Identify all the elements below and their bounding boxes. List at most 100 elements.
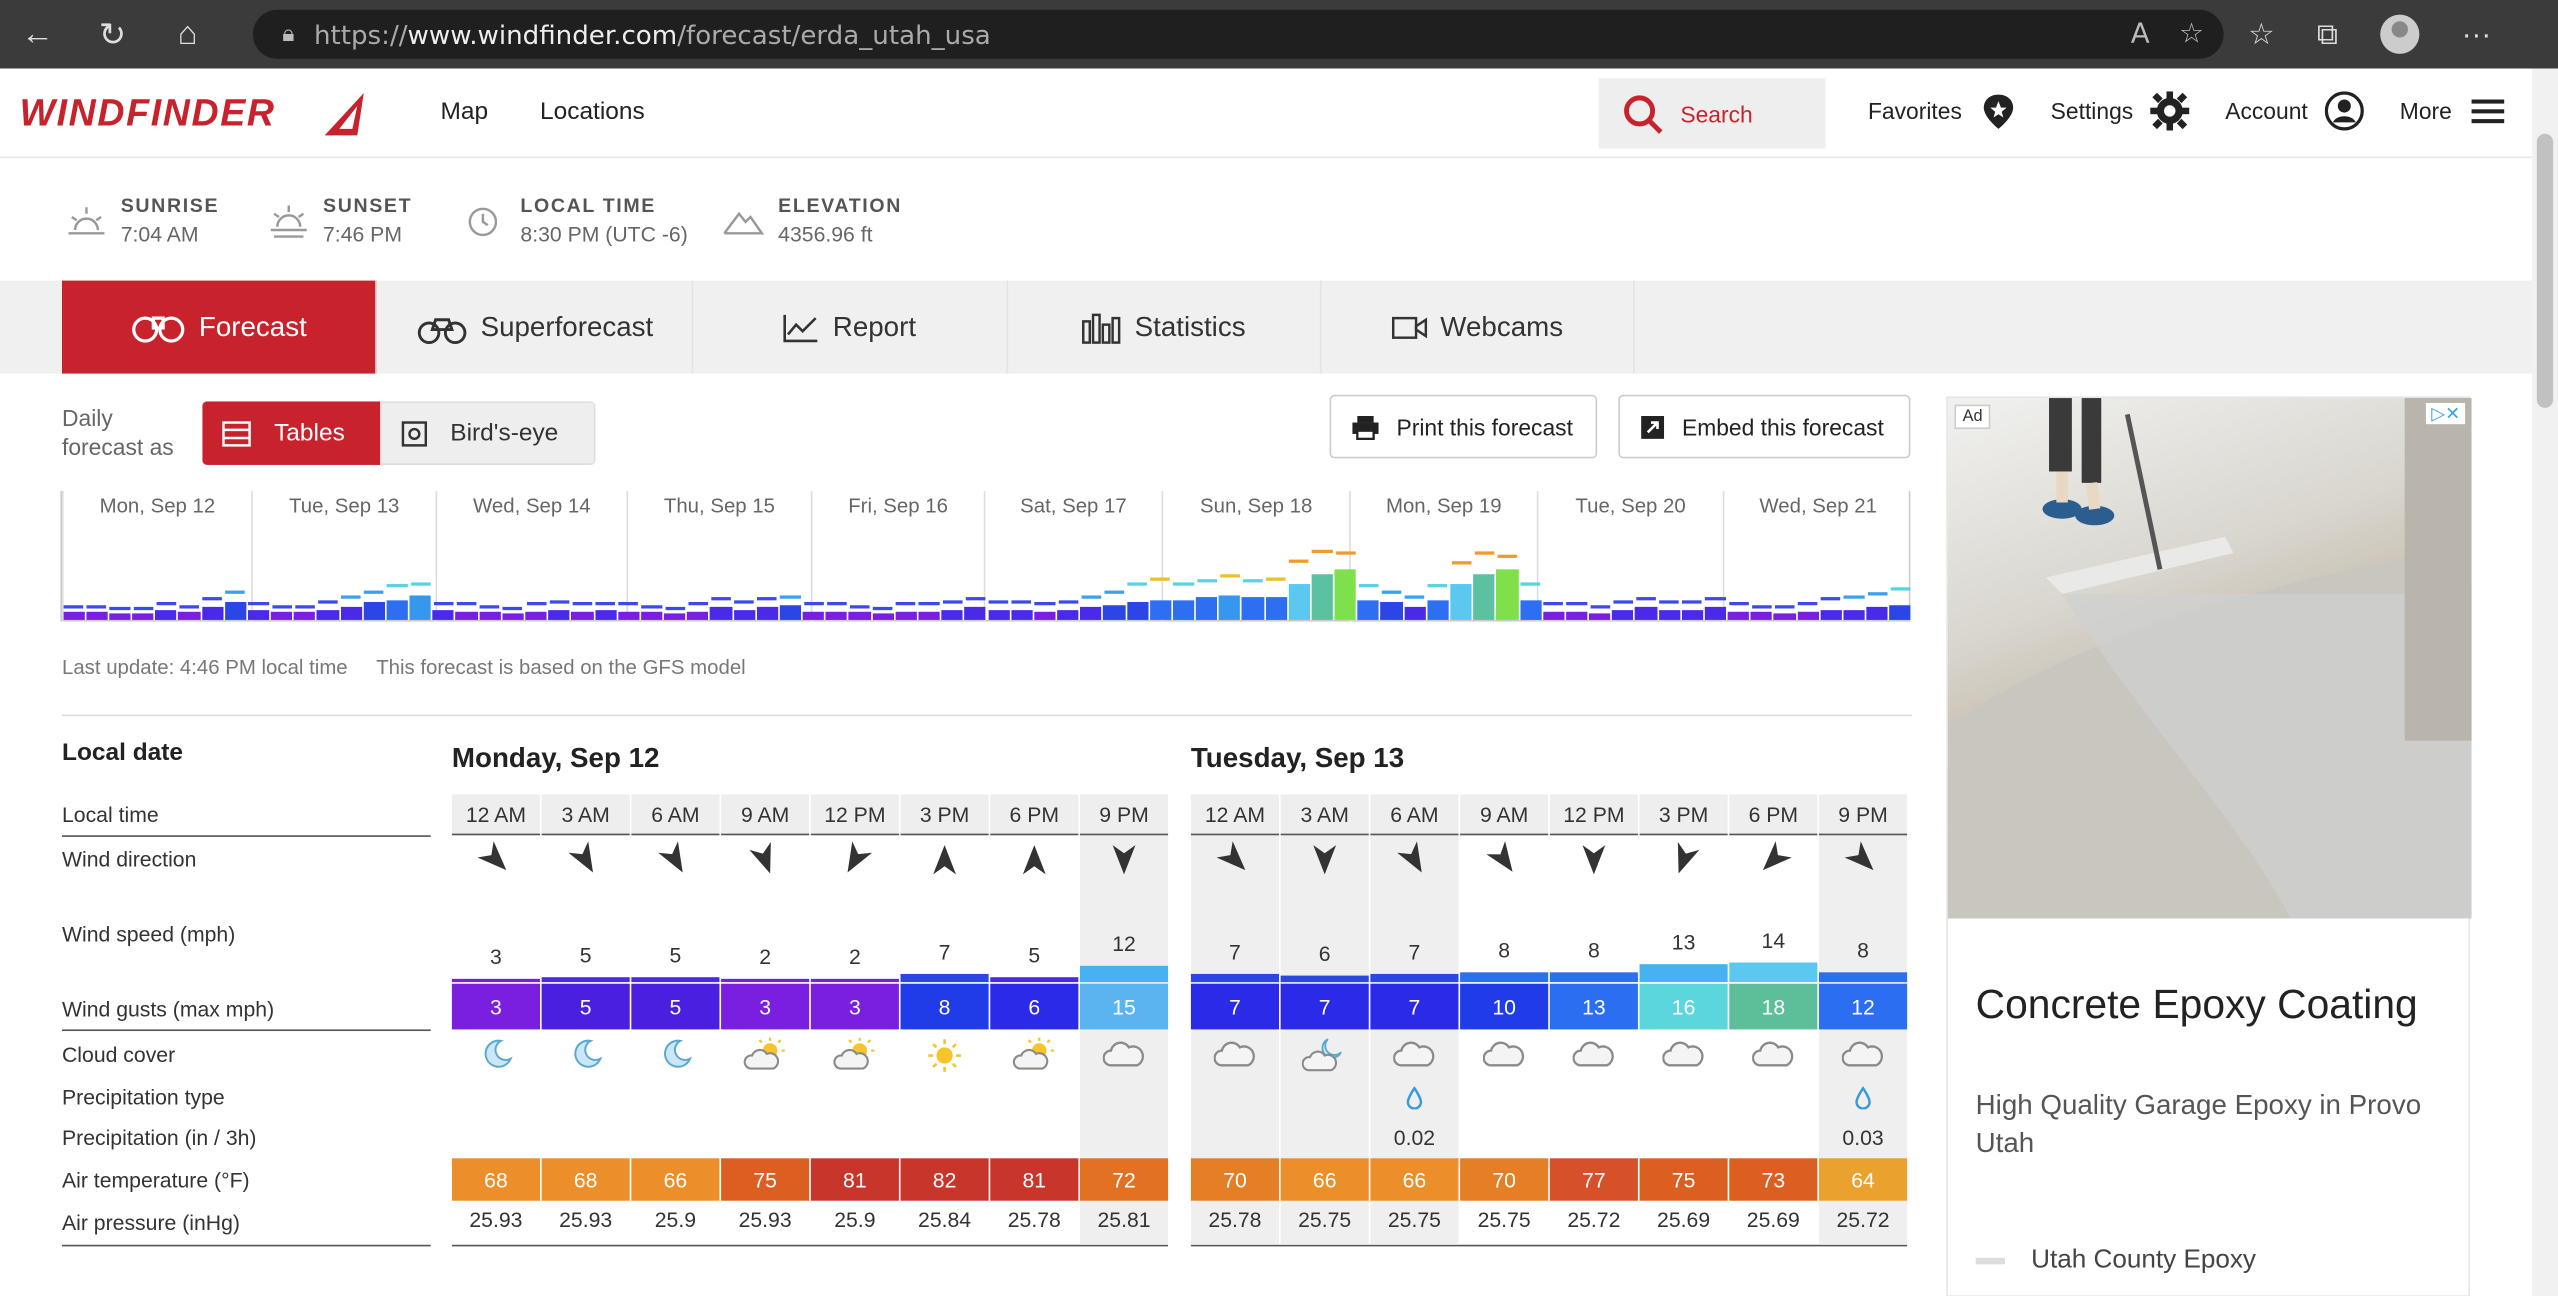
wind-direction-arrow-icon: [1460, 841, 1548, 881]
ad-close-icon[interactable]: ▷✕: [2426, 402, 2466, 425]
profile-avatar[interactable]: [2380, 14, 2420, 54]
time-cell: 9 PM: [1079, 794, 1169, 836]
tab-webcams[interactable]: Webcams: [1321, 280, 1635, 374]
sunset-label: SUNSET: [323, 194, 413, 217]
wind-gusts-label: Wind gusts (max mph): [61, 996, 275, 1022]
tab-forecast[interactable]: Forecast: [61, 280, 377, 374]
back-icon[interactable]: ←: [0, 0, 75, 69]
tab-superforecast[interactable]: Superforecast: [377, 280, 694, 374]
wind-gust-cell: 15: [1079, 983, 1169, 1030]
cloud-icon: [1550, 1038, 1638, 1071]
overview-day-label: Tue, Sep 13: [289, 494, 400, 518]
overview-day-label: Wed, Sep 21: [1759, 494, 1877, 518]
birdseye-label: Bird's-eye: [450, 419, 559, 448]
scrollbar-thumb[interactable]: [2536, 133, 2554, 408]
home-icon[interactable]: ⌂: [150, 0, 225, 69]
advertisement[interactable]: Ad ▷✕ Concrete Epoxy Coating High Qualit…: [1946, 396, 2472, 1296]
overview-gust-mark: [1451, 561, 1471, 566]
overview-gust-mark: [595, 602, 616, 606]
favorites-bar-icon[interactable]: ☆: [2248, 17, 2274, 51]
overview-gust-mark: [271, 604, 292, 609]
wind-speed-bar: [1729, 962, 1818, 983]
tab-statistics[interactable]: Statistics: [1008, 280, 1322, 374]
windfinder-logo[interactable]: WINDFINDER: [20, 91, 276, 135]
embed-forecast-button[interactable]: Embed this forecast: [1618, 394, 1911, 459]
account-link[interactable]: Account: [2225, 91, 2364, 131]
air-temp-cell: 72: [1079, 1158, 1169, 1201]
air-pressure-value: 25.75: [1387, 1207, 1441, 1232]
tables-view-button[interactable]: Tables: [202, 401, 381, 465]
overview-speed-bar: [825, 612, 848, 620]
overview-gust-mark: [549, 599, 570, 604]
browser-menu-icon[interactable]: ···: [2462, 17, 2491, 51]
wind-speed-bar: [541, 977, 630, 983]
tab-webcams-label: Webcams: [1440, 310, 1564, 342]
air-temp-cell: 66: [631, 1158, 720, 1201]
wind-gust-cell: 7: [1370, 983, 1459, 1030]
search-label: Search: [1680, 100, 1753, 127]
wind-speed-bar: [900, 973, 989, 983]
overview-gust-mark: [826, 602, 847, 606]
overview-speed-bar: [1219, 594, 1241, 620]
read-aloud-icon[interactable]: A: [2131, 18, 2150, 51]
time-cell: 3 PM: [900, 794, 989, 836]
overview-speed-bar: [1242, 597, 1264, 620]
overview-gust-mark: [1242, 579, 1263, 583]
reload-icon[interactable]: ↻: [75, 0, 150, 69]
wind-direction-arrow-icon: [631, 841, 719, 881]
wind-speed-bar: [1639, 964, 1728, 983]
ad-subtitle[interactable]: High Quality Garage Epoxy in Provo Utah: [1976, 1087, 2449, 1162]
air-temp-cell: 70: [1460, 1158, 1549, 1201]
air-pressure-value: 25.93: [738, 1207, 792, 1232]
air-temp-cell: 68: [541, 1158, 630, 1201]
add-favorite-icon[interactable]: ☆: [2179, 18, 2204, 51]
account-icon: [2324, 91, 2364, 131]
nav-map[interactable]: Map: [440, 98, 488, 126]
address-bar[interactable]: 🔒︎ https://www.windfinder.com/forecast/e…: [252, 9, 2224, 59]
overview-day[interactable]: Thu, Sep 15: [626, 491, 810, 622]
gear-icon: [2149, 91, 2189, 131]
print-forecast-button[interactable]: Print this forecast: [1329, 394, 1598, 459]
overview-speed-bar: [1704, 607, 1727, 620]
local-time-row-label: Local time: [61, 802, 159, 828]
favorites-link[interactable]: Favorites: [1868, 91, 2017, 130]
overview-gust-mark: [1520, 582, 1541, 586]
overview-speed-bar: [548, 609, 570, 620]
birdseye-view-button[interactable]: Bird's-eye: [380, 401, 596, 465]
air-temp-cell: 66: [1370, 1158, 1459, 1201]
ad-brand[interactable]: Utah County Epoxy: [1975, 1246, 2256, 1275]
more-menu[interactable]: More: [2400, 91, 2508, 130]
overview-gust-mark: [1381, 589, 1402, 594]
overview-speed-bar: [941, 609, 964, 620]
wind-speed-bar: [1819, 972, 1908, 983]
elevation-value: 4356.96 ft: [778, 221, 873, 247]
search-button[interactable]: Search: [1598, 78, 1826, 149]
forecast-tabs: Forecast Superforecast Report Statistics…: [0, 280, 2532, 374]
wind-speed-bar: [1460, 972, 1549, 983]
page-scrollbar[interactable]: [2531, 68, 2558, 1296]
collections-icon[interactable]: ⧉: [2317, 17, 2338, 51]
cloud-icon: [1819, 1038, 1907, 1071]
sunrise-value: 7:04 AM: [120, 221, 199, 247]
ad-image[interactable]: Ad ▷✕: [1947, 398, 2472, 919]
overview-day-label: Sun, Sep 18: [1200, 494, 1313, 518]
nav-locations[interactable]: Locations: [540, 98, 645, 126]
overview-gust-mark: [179, 604, 200, 609]
ten-day-overview[interactable]: Mon, Sep 12 Tue, Sep 13 Wed, Sep 14 Thu, Se…: [60, 491, 1912, 622]
overview-speed-bar: [1658, 609, 1680, 620]
tab-report[interactable]: Report: [693, 280, 1009, 374]
overview-speed-bar: [1103, 604, 1125, 620]
sunrise-label: SUNRISE: [120, 194, 220, 217]
overview-gust-mark: [1150, 577, 1171, 581]
overview-speed-bar: [779, 604, 802, 620]
overview-speed-bar: [525, 612, 547, 620]
overview-gust-mark: [1867, 592, 1888, 596]
last-update-text: Last update: 4:46 PM local time: [61, 655, 348, 679]
overview-gust-mark: [942, 599, 963, 604]
overview-gust-mark: [618, 602, 639, 606]
wind-direction-arrow-icon: [1819, 841, 1907, 881]
ad-title[interactable]: Concrete Epoxy Coating: [1976, 982, 2418, 1029]
overview-gust-mark: [1266, 577, 1286, 581]
settings-link[interactable]: Settings: [2051, 91, 2189, 131]
overview-speed-bar: [1496, 569, 1519, 620]
